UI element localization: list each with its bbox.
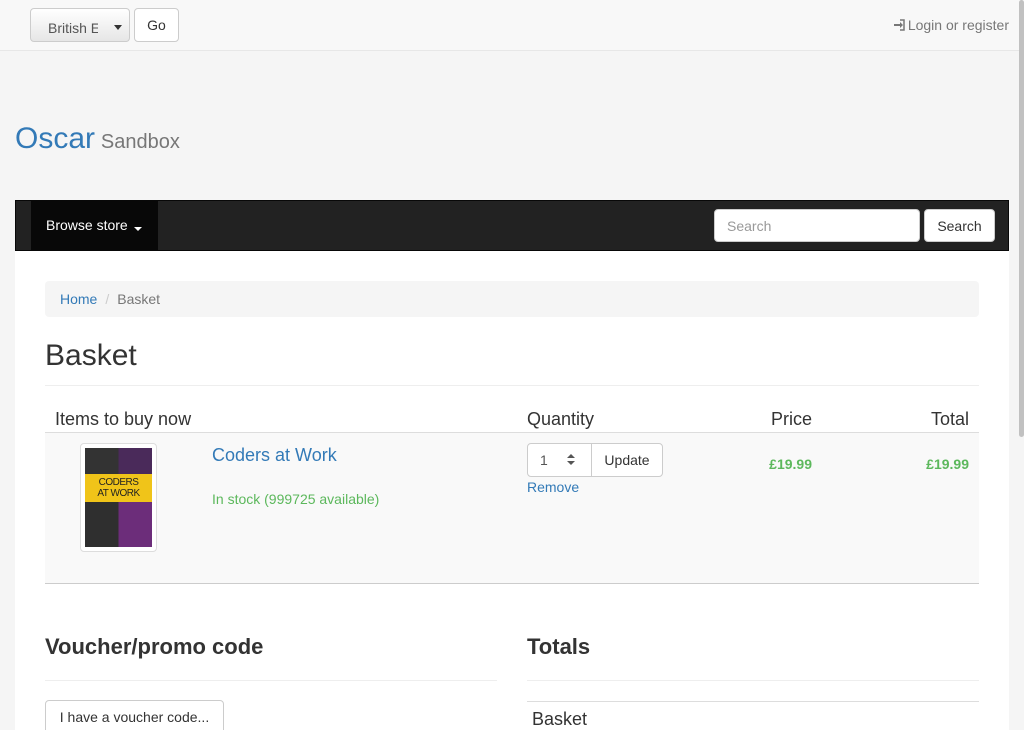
top-bar: British English Go Login or register bbox=[0, 0, 1024, 51]
quantity-input[interactable]: 1 bbox=[527, 443, 592, 477]
book-cover-image: CODERS AT WORK bbox=[85, 448, 152, 547]
breadcrumb-home-link[interactable]: Home bbox=[60, 291, 97, 307]
basket-table-header: Items to buy now Quantity Price Total bbox=[45, 409, 979, 433]
browse-store-dropdown[interactable]: Browse store bbox=[31, 201, 158, 250]
brand: Oscar Sandbox bbox=[15, 122, 180, 156]
login-register-label: Login or register bbox=[907, 17, 1009, 33]
line-total: £19.99 bbox=[926, 456, 969, 472]
product-title-link[interactable]: Coders at Work bbox=[212, 445, 337, 466]
breadcrumb: Home / Basket bbox=[45, 281, 979, 317]
browse-store-label: Browse store bbox=[46, 217, 128, 233]
title-divider bbox=[45, 385, 979, 386]
totals-divider bbox=[527, 680, 979, 681]
language-select[interactable]: British English bbox=[30, 8, 130, 42]
breadcrumb-current: Basket bbox=[117, 291, 161, 307]
sign-in-icon bbox=[893, 19, 905, 31]
header-total: Total bbox=[930, 409, 969, 429]
language-select-value: British English bbox=[48, 20, 98, 36]
login-register-link[interactable]: Login or register bbox=[893, 17, 1009, 33]
chevron-down-icon bbox=[111, 18, 125, 34]
search-button[interactable]: Search bbox=[924, 209, 995, 242]
quantity-value: 1 bbox=[540, 452, 548, 468]
breadcrumb-separator: / bbox=[105, 291, 110, 307]
header-price: Price bbox=[770, 409, 812, 429]
voucher-divider bbox=[45, 680, 497, 681]
page-content: Home / Basket Basket Items to buy now Quan… bbox=[15, 251, 1009, 730]
voucher-heading: Voucher/promo code bbox=[45, 634, 264, 659]
search-input[interactable] bbox=[714, 209, 920, 242]
update-button[interactable]: Update bbox=[591, 443, 663, 477]
product-thumbnail[interactable]: CODERS AT WORK bbox=[80, 443, 157, 552]
page-title: Basket bbox=[45, 339, 137, 372]
caret-down-icon bbox=[133, 227, 142, 231]
totals-heading: Totals bbox=[527, 634, 591, 659]
basket-line: CODERS AT WORK Coders at Work In stock (9… bbox=[45, 433, 979, 584]
totals-basket-label: Basket bbox=[532, 709, 588, 729]
main-navbar: Browse store Search bbox=[15, 200, 1009, 251]
line-price: £19.99 bbox=[769, 456, 812, 472]
go-button[interactable]: Go bbox=[134, 8, 179, 42]
header-items: Items to buy now bbox=[55, 409, 192, 429]
availability-status: In stock (999725 available) bbox=[212, 491, 380, 507]
quantity-spinner-icon[interactable] bbox=[566, 454, 576, 466]
voucher-code-button[interactable]: I have a voucher code... bbox=[45, 700, 224, 730]
header-quantity: Quantity bbox=[527, 409, 595, 429]
totals-table-top bbox=[527, 701, 979, 702]
remove-link[interactable]: Remove bbox=[527, 479, 579, 495]
quantity-form: 1 Update bbox=[527, 443, 663, 477]
page-scrollbar[interactable] bbox=[1019, 0, 1024, 437]
brand-subtitle: Sandbox bbox=[100, 131, 180, 153]
brand-name-link[interactable]: Oscar bbox=[15, 122, 95, 155]
